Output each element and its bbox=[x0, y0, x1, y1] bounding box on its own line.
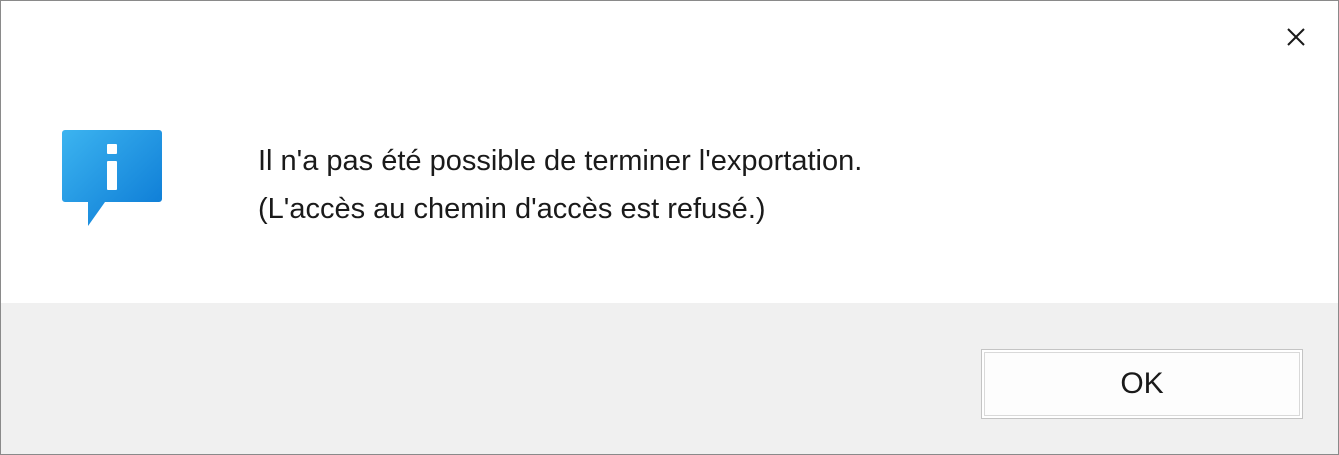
ok-button[interactable]: OK bbox=[981, 349, 1303, 419]
export-error-dialog: Il n'a pas été possible de terminer l'ex… bbox=[0, 0, 1339, 455]
dialog-footer: OK bbox=[1, 303, 1338, 454]
close-button[interactable] bbox=[1278, 19, 1314, 55]
dialog-message: Il n'a pas été possible de terminer l'ex… bbox=[258, 137, 862, 233]
message-line-1: Il n'a pas été possible de terminer l'ex… bbox=[258, 145, 863, 177]
info-icon bbox=[61, 128, 165, 228]
message-line-2: (L'accès au chemin d'accès est refusé.) bbox=[258, 193, 766, 225]
close-icon bbox=[1287, 28, 1305, 46]
